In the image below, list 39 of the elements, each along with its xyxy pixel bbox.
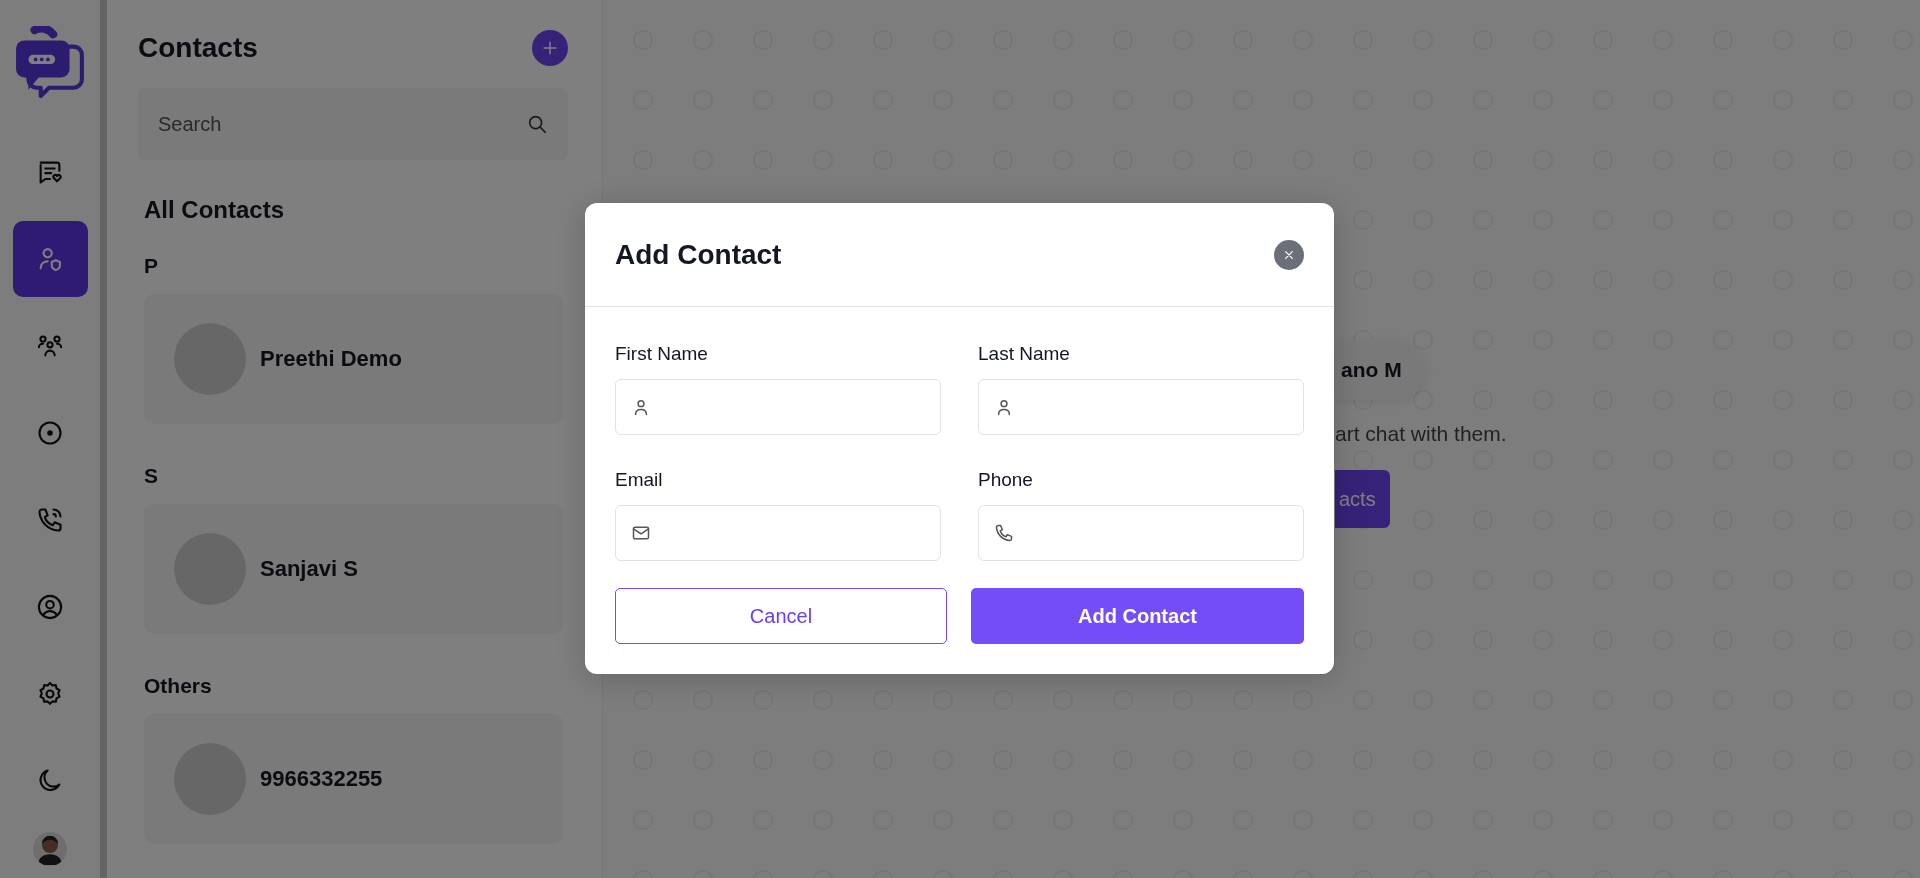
- scrollbar[interactable]: [100, 0, 107, 878]
- user-name: ano M: [1341, 358, 1402, 381]
- chat-bubbles-logo: [14, 26, 86, 98]
- contact-name: Sanjavi S: [260, 556, 358, 582]
- group-label: S: [144, 464, 159, 488]
- panel-title: Contacts: [138, 32, 258, 64]
- envelope-icon: [631, 523, 651, 543]
- avatar[interactable]: [33, 832, 67, 866]
- hint-text: art chat with them.: [1335, 422, 1507, 446]
- phone-icon: [36, 506, 64, 534]
- field-label: Phone: [978, 469, 1034, 491]
- contact-card[interactable]: 9966332255: [144, 714, 563, 844]
- contact-card[interactable]: Sanjavi S: [144, 504, 563, 634]
- settings-icon: [36, 680, 64, 708]
- input-field[interactable]: [615, 379, 941, 435]
- contact-name: 9966332255: [260, 766, 383, 792]
- group-label: P: [144, 254, 159, 278]
- search-field[interactable]: Search: [138, 88, 568, 160]
- section-heading: All Contacts: [144, 196, 285, 224]
- search-icon: [526, 113, 548, 135]
- input-field[interactable]: [978, 505, 1304, 561]
- add-contact-button[interactable]: [532, 30, 568, 66]
- cancel-button[interactable]: Cancel: [615, 588, 947, 644]
- circle-dot-icon: [36, 419, 64, 447]
- add-contact-button[interactable]: Add Contact: [971, 588, 1304, 644]
- dialog-title: Add Contact: [615, 238, 782, 271]
- user-circle-icon: [36, 593, 64, 621]
- group-label: Others: [144, 674, 213, 698]
- close-button[interactable]: [1274, 239, 1304, 270]
- nav-button[interactable]: [12, 221, 88, 297]
- contact-name: Preethi Demo: [260, 346, 402, 372]
- field-label: Last Name: [978, 343, 1071, 365]
- field-label: First Name: [615, 343, 709, 365]
- contacts-button[interactable]: acts: [1335, 470, 1390, 528]
- contact-card[interactable]: Preethi Demo: [144, 294, 563, 424]
- input-field[interactable]: [615, 505, 941, 561]
- field-label: Email: [615, 469, 664, 491]
- phone-icon: [994, 523, 1014, 543]
- input-field[interactable]: [978, 379, 1304, 435]
